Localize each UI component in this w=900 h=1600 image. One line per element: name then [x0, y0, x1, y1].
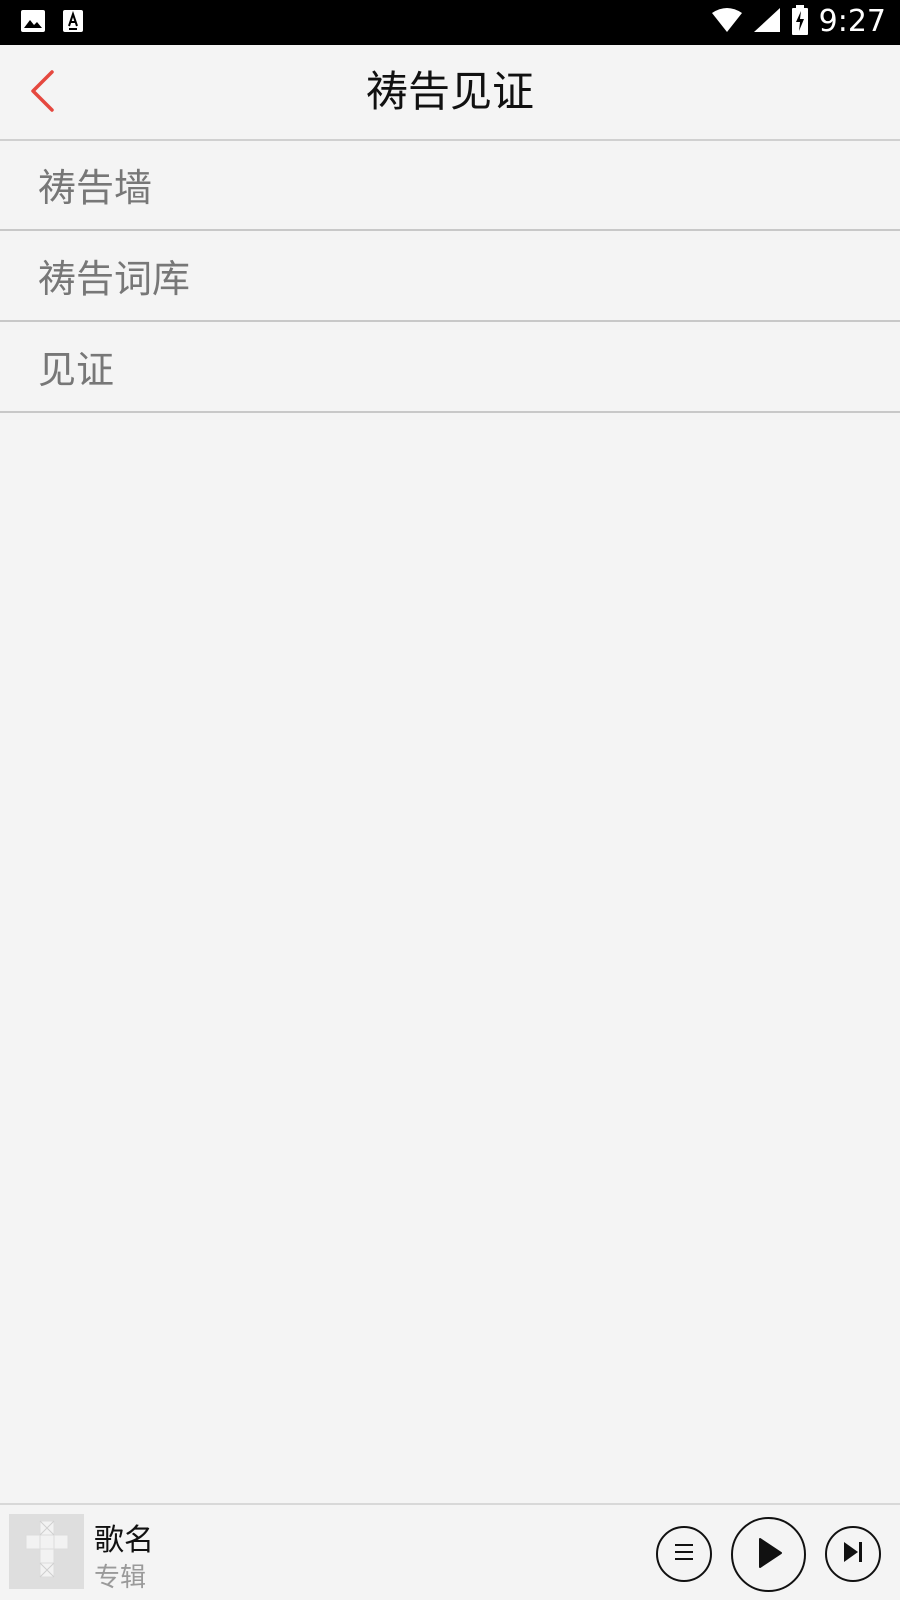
menu-item-prayer-library[interactable]: 祷告词库 — [0, 231, 900, 322]
status-bar: 9:27 — [0, 0, 900, 45]
clock: 9:27 — [818, 4, 886, 39]
wifi-icon — [711, 7, 743, 37]
menu-list: 祷告墙 祷告词库 见证 — [0, 140, 900, 413]
image-icon — [20, 9, 46, 37]
battery-charging-icon — [791, 5, 809, 39]
menu-item-prayer-wall[interactable]: 祷告墙 — [0, 140, 900, 231]
skip-next-icon — [840, 1539, 866, 1569]
play-button[interactable] — [731, 1517, 806, 1592]
album-art[interactable] — [9, 1514, 84, 1589]
app-bar: 祷告见证 — [0, 45, 900, 141]
play-icon — [754, 1536, 784, 1574]
menu-item-label: 祷告词库 — [38, 257, 191, 301]
song-album: 专辑 — [94, 1563, 147, 1593]
menu-item-label: 见证 — [38, 348, 115, 392]
skip-next-button[interactable] — [825, 1526, 881, 1582]
playlist-button[interactable] — [656, 1526, 712, 1582]
song-title: 歌名 — [94, 1523, 154, 1558]
menu-item-testimony[interactable]: 见证 — [0, 322, 900, 413]
page-title: 祷告见证 — [365, 67, 534, 116]
accessibility-icon — [62, 9, 84, 37]
cross-icon — [24, 1519, 70, 1585]
menu-item-label: 祷告墙 — [38, 166, 153, 210]
mini-player[interactable]: 歌名 专辑 — [0, 1503, 900, 1600]
signal-icon — [753, 7, 781, 37]
playlist-icon — [672, 1541, 696, 1567]
